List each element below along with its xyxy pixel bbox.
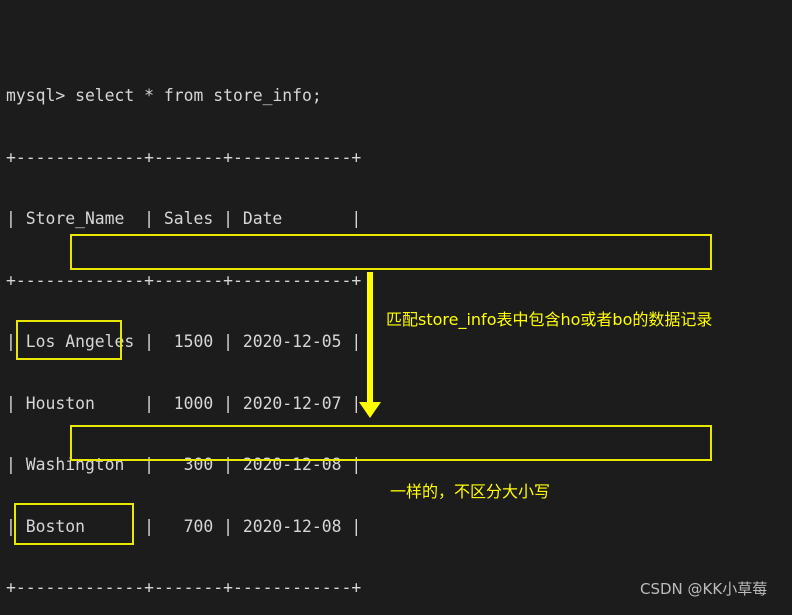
table-row: | Washington | 300 | 2020-12-08 |	[6, 455, 362, 474]
table-row: | Los Angeles | 1500 | 2020-12-05 |	[6, 332, 362, 351]
terminal-screenshot: mysql> select * from store_info; +------…	[0, 0, 792, 615]
annotation-note-2: 一样的，不区分大小写	[390, 482, 551, 501]
annotation-arrow-head	[359, 402, 381, 418]
table-header-1: | Store_Name | Sales | Date |	[6, 209, 362, 228]
annotation-arrow-shaft	[367, 272, 373, 404]
watermark-label: CSDN @KK小草莓	[640, 580, 768, 598]
table-rule-mid-1: +-------------+-------+------------+	[6, 270, 362, 290]
table-row: | Boston | 700 | 2020-12-08 |	[6, 516, 362, 536]
table-rule-top-1: +-------------+-------+------------+	[6, 147, 362, 167]
table-row: | Houston | 1000 | 2020-12-07 |	[6, 393, 362, 413]
command-line-1: mysql> select * from store_info;	[6, 86, 322, 105]
annotation-note-1: 匹配store_info表中包含ho或者bo的数据记录	[386, 310, 713, 329]
